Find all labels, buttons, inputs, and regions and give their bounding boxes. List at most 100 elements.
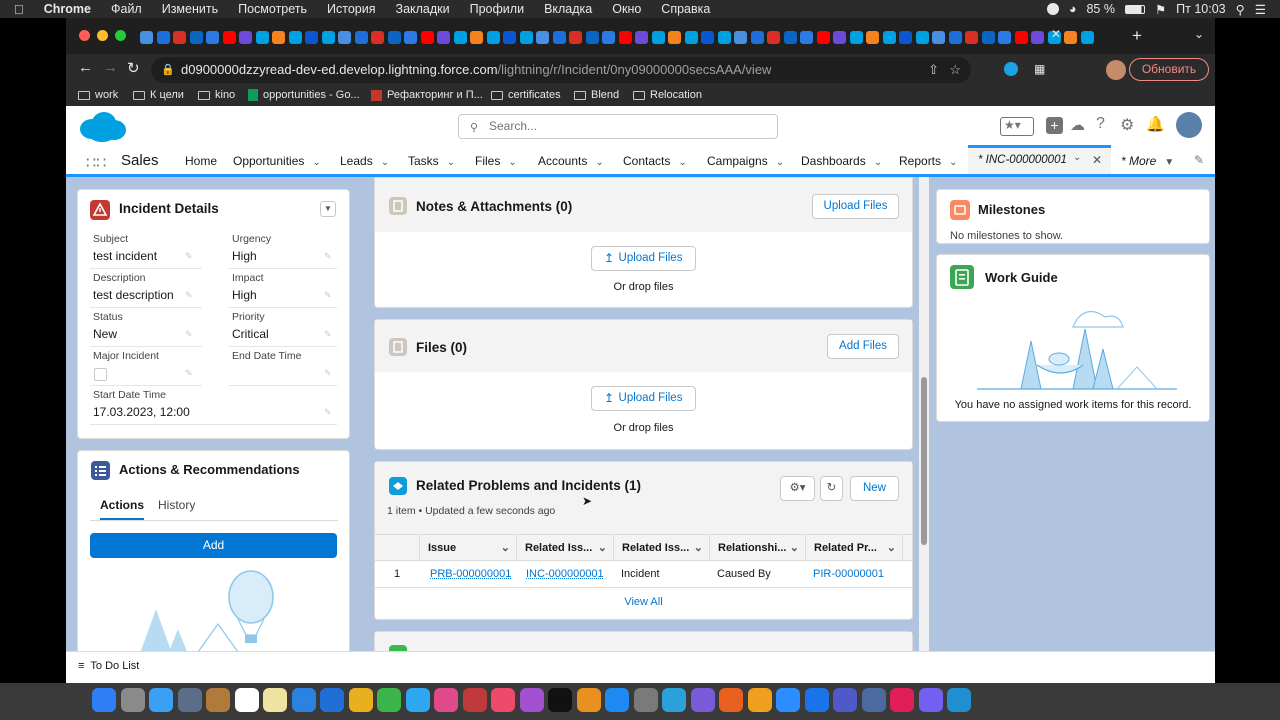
dock-app-icon[interactable]	[605, 688, 629, 712]
tab-favicon-icon[interactable]	[651, 31, 665, 44]
chevron-down-icon[interactable]: ⌄	[501, 535, 510, 561]
tab-favicon-icon[interactable]	[354, 31, 368, 44]
tab-favicon-icon[interactable]	[552, 31, 566, 44]
tab-favicon-icon[interactable]	[189, 31, 203, 44]
dock-app-icon[interactable]	[662, 688, 686, 712]
tab-favicon-icon[interactable]	[371, 31, 384, 44]
tab-favicon-icon[interactable]	[701, 31, 714, 44]
todo-list-button[interactable]: ≡ To Do List	[78, 660, 139, 672]
tab-favicon-icon[interactable]	[585, 31, 599, 44]
edit-pencil-icon[interactable]: ✎	[185, 329, 193, 340]
tab-favicon-icon[interactable]	[470, 31, 483, 44]
tab-favicon-icon[interactable]	[404, 31, 417, 44]
favorites-star-icon[interactable]: ★▾	[1000, 117, 1034, 136]
control-center-icon[interactable]: ☰	[1255, 2, 1266, 17]
chevron-down-icon[interactable]: ⌄	[790, 535, 799, 561]
edit-pencil-icon[interactable]: ✎	[185, 251, 193, 262]
new-tab-icon[interactable]: +	[1132, 26, 1142, 46]
menu-app-name[interactable]: Chrome	[44, 2, 91, 16]
chevron-down-icon[interactable]: ⌄	[887, 535, 896, 561]
tab-favicon-icon[interactable]	[948, 31, 962, 44]
bookmark-certificates[interactable]: certificates	[491, 89, 561, 101]
dock-app-icon[interactable]	[776, 688, 800, 712]
chevron-down-icon[interactable]: ⌄	[598, 535, 607, 561]
dock-app-icon[interactable]	[576, 688, 601, 712]
update-button[interactable]: Обновить	[1129, 58, 1209, 81]
tab-favicon-icon[interactable]	[222, 31, 236, 44]
bookmark-kino[interactable]: kino	[198, 89, 235, 101]
bookmark-work[interactable]: work	[78, 89, 118, 101]
flag-icon[interactable]: ⚑	[1155, 2, 1166, 17]
tab-favicon-icon[interactable]	[998, 31, 1011, 44]
tab-favicon-icon[interactable]	[800, 31, 813, 44]
dock-app-icon[interactable]	[747, 688, 772, 712]
battery-icon[interactable]	[1124, 4, 1145, 14]
new-related-button[interactable]: New	[850, 476, 899, 501]
menu-bookmarks[interactable]: Закладки	[396, 2, 450, 16]
avatar[interactable]	[1106, 60, 1126, 80]
edit-pencil-icon[interactable]: ✎	[185, 368, 193, 379]
nav-contacts[interactable]: Contacts ⌄	[623, 154, 687, 168]
chevron-down-icon[interactable]: ⌄	[595, 157, 603, 168]
edit-pencil-icon[interactable]: ✎	[324, 290, 332, 301]
puzzle-icon[interactable]: ▦	[1034, 62, 1045, 76]
related-issue-link[interactable]: INC-000000001	[526, 561, 604, 588]
setup-gear-icon[interactable]: ⚙	[1120, 115, 1134, 135]
dock-app-icon[interactable]	[890, 688, 914, 712]
nav-reports[interactable]: Reports ⌄	[899, 154, 957, 168]
tab-favicon-icon[interactable]	[206, 31, 219, 44]
tab-actions[interactable]: Actions	[100, 498, 145, 521]
tab-favicon-icon[interactable]	[833, 31, 846, 44]
issue-link[interactable]: PRB-000000001	[430, 561, 511, 588]
card-menu-dropdown-icon[interactable]: ▼	[320, 201, 336, 217]
tab-favicon-icon[interactable]	[816, 31, 830, 44]
maximize-window-icon[interactable]	[115, 30, 126, 41]
tab-favicon-icon[interactable]	[173, 31, 186, 44]
nav-tasks[interactable]: Tasks ⌄	[408, 154, 455, 168]
dock-app-icon[interactable]	[804, 688, 829, 712]
dock-app-icon[interactable]	[149, 688, 173, 712]
bookmark-blend[interactable]: Blend	[574, 89, 619, 101]
notifications-bell-icon[interactable]: 🔔	[1146, 115, 1165, 133]
tab-favicon-icon[interactable]	[536, 31, 549, 44]
trailhead-icon[interactable]: ☁	[1070, 116, 1085, 134]
tab-favicon-icon[interactable]	[140, 31, 153, 44]
scrollbar-thumb[interactable]	[921, 377, 927, 545]
column-header-issue[interactable]: Issue ⌄	[420, 535, 517, 561]
tab-favicon-icon[interactable]	[420, 31, 434, 44]
dock-app-icon[interactable]	[405, 688, 430, 712]
view-all-link[interactable]: View All	[375, 596, 912, 608]
column-header-relationship[interactable]: Relationshi... ⌄	[710, 535, 806, 561]
close-window-icon[interactable]	[79, 30, 90, 41]
dock-app-icon[interactable]	[177, 688, 202, 712]
dock-app-icon[interactable]	[234, 688, 259, 712]
tab-favicon-icon[interactable]	[684, 31, 698, 44]
dock-app-icon[interactable]	[633, 688, 658, 712]
dock-app-icon[interactable]	[861, 688, 886, 712]
add-action-button[interactable]: Add	[90, 533, 337, 558]
nav-campaigns[interactable]: Campaigns ⌄	[707, 154, 784, 168]
search-icon[interactable]: ⚲	[1236, 2, 1245, 17]
tab-favicon-icon[interactable]	[932, 31, 945, 44]
scrollbar-track[interactable]	[919, 177, 929, 651]
nav-home[interactable]: Home	[185, 154, 217, 168]
edit-pencil-icon[interactable]: ✎	[185, 290, 193, 301]
tab-favicon-icon[interactable]	[437, 31, 450, 44]
tab-favicon-icon[interactable]	[387, 31, 401, 44]
tab-favicon-icon[interactable]	[1031, 31, 1044, 44]
tab-incident-record[interactable]: * INC-000000001 ⌄ ✕	[968, 145, 1111, 174]
dock-app-icon[interactable]	[491, 688, 515, 712]
menu-view[interactable]: Посмотреть	[238, 2, 307, 16]
dock-app-icon[interactable]	[548, 688, 572, 712]
dock-app-icon[interactable]	[719, 688, 743, 712]
column-header-related-issue[interactable]: Related Iss... ⌄	[517, 535, 614, 561]
reload-icon[interactable]: ↻	[127, 59, 140, 77]
nav-files[interactable]: Files ⌄	[475, 154, 517, 168]
edit-pencil-icon[interactable]: ✎	[324, 407, 332, 418]
edit-pencil-icon[interactable]: ✎	[324, 368, 332, 379]
dock-app-icon[interactable]	[92, 688, 116, 712]
edit-pencil-icon[interactable]: ✎	[324, 251, 332, 262]
wifi-icon[interactable]: ◕	[1069, 2, 1077, 16]
bookmark-opportunities[interactable]: opportunities - Go...	[248, 89, 360, 101]
dock-app-icon[interactable]	[206, 688, 230, 712]
